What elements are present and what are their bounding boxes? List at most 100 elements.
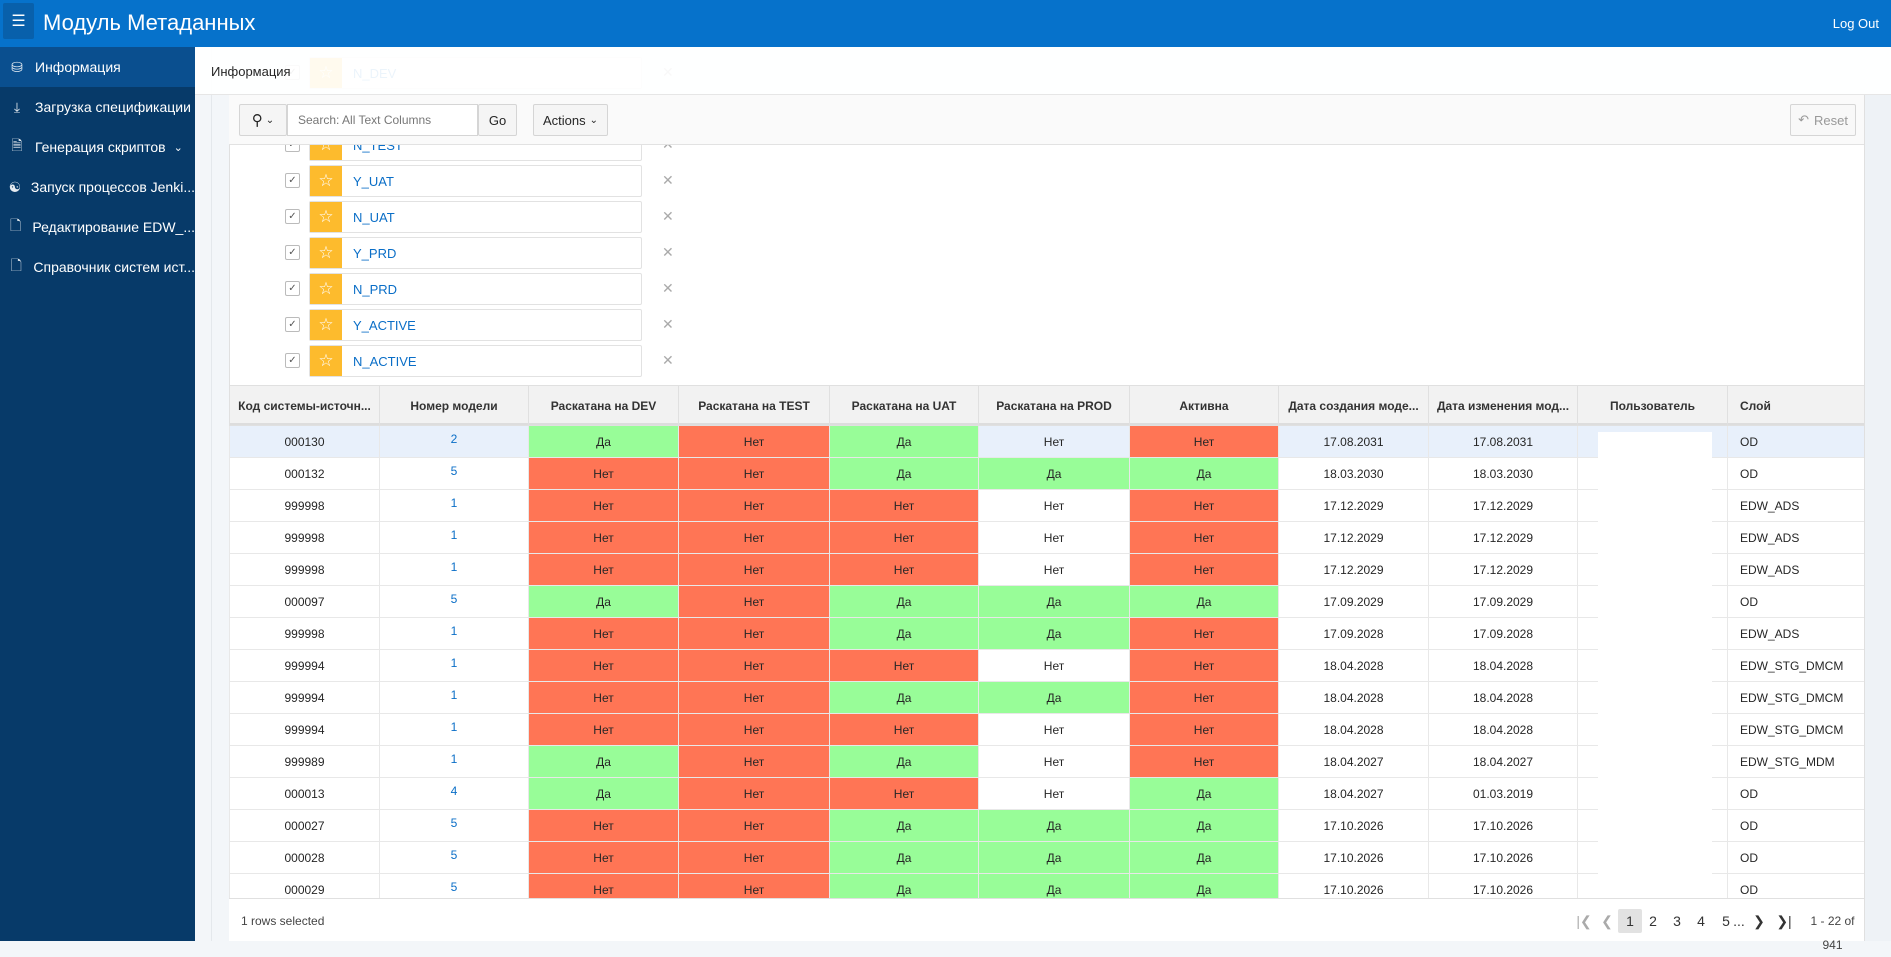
- column-header[interactable]: Раскатана на UAT: [829, 385, 979, 426]
- column-header[interactable]: Активна: [1129, 385, 1279, 426]
- star-icon: ☆: [310, 202, 342, 232]
- highlight-checkbox[interactable]: ✓: [285, 173, 300, 188]
- sidebar-item-jenkins[interactable]: ☯ Запуск процессов Jenki...: [0, 167, 195, 207]
- page-1[interactable]: 1: [1618, 909, 1642, 933]
- table-cell: 18.04.2028: [1428, 681, 1578, 714]
- sidebar-item-info[interactable]: ⛁ Информация: [0, 47, 195, 87]
- search-column-button[interactable]: ⚲ ⌄: [239, 104, 287, 136]
- first-page-icon[interactable]: |❮: [1575, 909, 1593, 933]
- table-cell[interactable]: 1: [379, 489, 529, 522]
- table-cell[interactable]: 1: [379, 553, 529, 586]
- last-page-icon[interactable]: ❯|: [1775, 909, 1793, 933]
- logout-link[interactable]: Log Out: [1833, 16, 1879, 31]
- column-header[interactable]: Раскатана на DEV: [528, 385, 679, 426]
- sidebar-item-upload-spec[interactable]: ⤓ Загрузка спецификации: [0, 87, 195, 127]
- highlight-rule: ✓ ☆ N_PRD ✕: [285, 273, 685, 305]
- table-cell: 18.04.2027: [1278, 777, 1429, 810]
- page-5[interactable]: 5: [1719, 909, 1733, 933]
- next-page-icon[interactable]: ❯: [1752, 909, 1766, 933]
- column-header[interactable]: Номер модели: [379, 385, 529, 426]
- table-cell: Да: [978, 585, 1130, 618]
- menu-toggle-button[interactable]: ☰: [3, 3, 34, 39]
- selection-count: 1 rows selected: [241, 914, 325, 928]
- prev-page-icon[interactable]: ❮: [1600, 909, 1614, 933]
- table-cell[interactable]: 2: [379, 425, 529, 458]
- page-3[interactable]: 3: [1670, 909, 1684, 933]
- remove-icon[interactable]: ✕: [662, 316, 674, 333]
- table-cell: Да: [829, 681, 979, 714]
- table-cell[interactable]: 1: [379, 681, 529, 714]
- highlight-checkbox[interactable]: ✓: [285, 209, 300, 224]
- table-cell[interactable]: 1: [379, 713, 529, 746]
- table-cell: Нет: [678, 489, 830, 522]
- table-cell: Нет: [1129, 745, 1279, 778]
- page-2[interactable]: 2: [1646, 909, 1660, 933]
- actions-menu-button[interactable]: Actions ⌄: [533, 104, 608, 136]
- sidebar: ⛁ Информация ⤓ Загрузка спецификации 🗎 Гене…: [0, 47, 195, 941]
- table-cell[interactable]: 1: [379, 745, 529, 778]
- table-cell: Да: [528, 745, 679, 778]
- download-icon: ⤓: [13, 98, 21, 115]
- highlight-rule-button[interactable]: ☆ Y_PRD: [309, 237, 642, 269]
- table-cell[interactable]: 5: [379, 457, 529, 490]
- reset-button[interactable]: ↶ Reset: [1790, 104, 1856, 136]
- highlight-rule-button[interactable]: ☆ Y_UAT: [309, 165, 642, 197]
- highlight-rule-label: N_UAT: [353, 210, 395, 225]
- table-cell[interactable]: 1: [379, 649, 529, 682]
- table-cell: 999998: [229, 489, 380, 522]
- table-cell: OD: [1727, 457, 1865, 490]
- file-icon: 🗋: [10, 217, 22, 233]
- column-header[interactable]: Дата создания моде...: [1278, 385, 1429, 426]
- table-cell[interactable]: 4: [379, 777, 529, 810]
- highlight-rule-label: Y_ACTIVE: [353, 318, 416, 333]
- remove-icon[interactable]: ✕: [662, 208, 674, 225]
- page-4[interactable]: 4: [1694, 909, 1708, 933]
- search-input[interactable]: [287, 104, 478, 136]
- highlight-checkbox[interactable]: ✓: [285, 317, 300, 332]
- table-cell: Нет: [1129, 553, 1279, 586]
- remove-icon[interactable]: ✕: [662, 280, 674, 297]
- go-button[interactable]: Go: [478, 104, 517, 136]
- breadcrumb-current: Информация: [211, 64, 291, 79]
- highlight-checkbox[interactable]: ✓: [285, 281, 300, 296]
- table-cell: Нет: [1129, 425, 1279, 458]
- column-header[interactable]: Пользователь: [1577, 385, 1728, 426]
- table-cell: Нет: [528, 809, 679, 842]
- column-header[interactable]: Код системы-источн...: [229, 385, 380, 426]
- table-cell: 17.09.2029: [1428, 585, 1578, 618]
- highlight-rule-button[interactable]: ☆ Y_ACTIVE: [309, 309, 642, 341]
- sidebar-item-source-systems[interactable]: 🗋 Справочник систем ист...: [0, 247, 195, 287]
- table-cell[interactable]: 1: [379, 617, 529, 650]
- table-cell: 000097: [229, 585, 380, 618]
- remove-icon[interactable]: ✕: [662, 352, 674, 369]
- highlight-checkbox[interactable]: ✓: [285, 245, 300, 260]
- column-header[interactable]: Раскатана на TEST: [678, 385, 830, 426]
- column-header[interactable]: Дата изменения мод...: [1428, 385, 1578, 426]
- table-cell[interactable]: 1: [379, 521, 529, 554]
- table-cell[interactable]: 5: [379, 841, 529, 874]
- column-header[interactable]: Слой: [1727, 385, 1865, 426]
- reset-label: Reset: [1813, 112, 1848, 128]
- page-scrollbar[interactable]: [1864, 95, 1891, 941]
- highlight-rule-button[interactable]: ☆ N_PRD: [309, 273, 642, 305]
- report-toolbar: ⚲⌄ Go Actions⌄ ↶Reset: [229, 95, 1864, 145]
- remove-icon[interactable]: ✕: [662, 244, 674, 261]
- table-cell: Нет: [978, 521, 1130, 554]
- star-icon: ☆: [310, 310, 342, 340]
- remove-icon[interactable]: ✕: [662, 172, 674, 189]
- highlight-rule-button[interactable]: ☆ N_ACTIVE: [309, 345, 642, 377]
- table-cell: Да: [1129, 809, 1279, 842]
- table-cell: Нет: [528, 617, 679, 650]
- table-cell[interactable]: 5: [379, 809, 529, 842]
- chevron-down-icon[interactable]: ⌄: [174, 141, 183, 154]
- highlight-checkbox[interactable]: ✓: [285, 353, 300, 368]
- table-cell[interactable]: 5: [379, 585, 529, 618]
- sidebar-item-edit-edw[interactable]: 🗋 Редактирование EDW_...: [0, 207, 195, 247]
- table-cell: Да: [978, 681, 1130, 714]
- pagination-range: 1 - 22 of 941: [1810, 914, 1855, 952]
- star-icon: ☆: [310, 238, 342, 268]
- highlight-rule-button[interactable]: ☆ N_UAT: [309, 201, 642, 233]
- sidebar-item-script-gen[interactable]: 🗎 Генерация скриптов ⌄: [0, 127, 195, 167]
- table-cell: Нет: [678, 841, 830, 874]
- column-header[interactable]: Раскатана на PROD: [978, 385, 1130, 426]
